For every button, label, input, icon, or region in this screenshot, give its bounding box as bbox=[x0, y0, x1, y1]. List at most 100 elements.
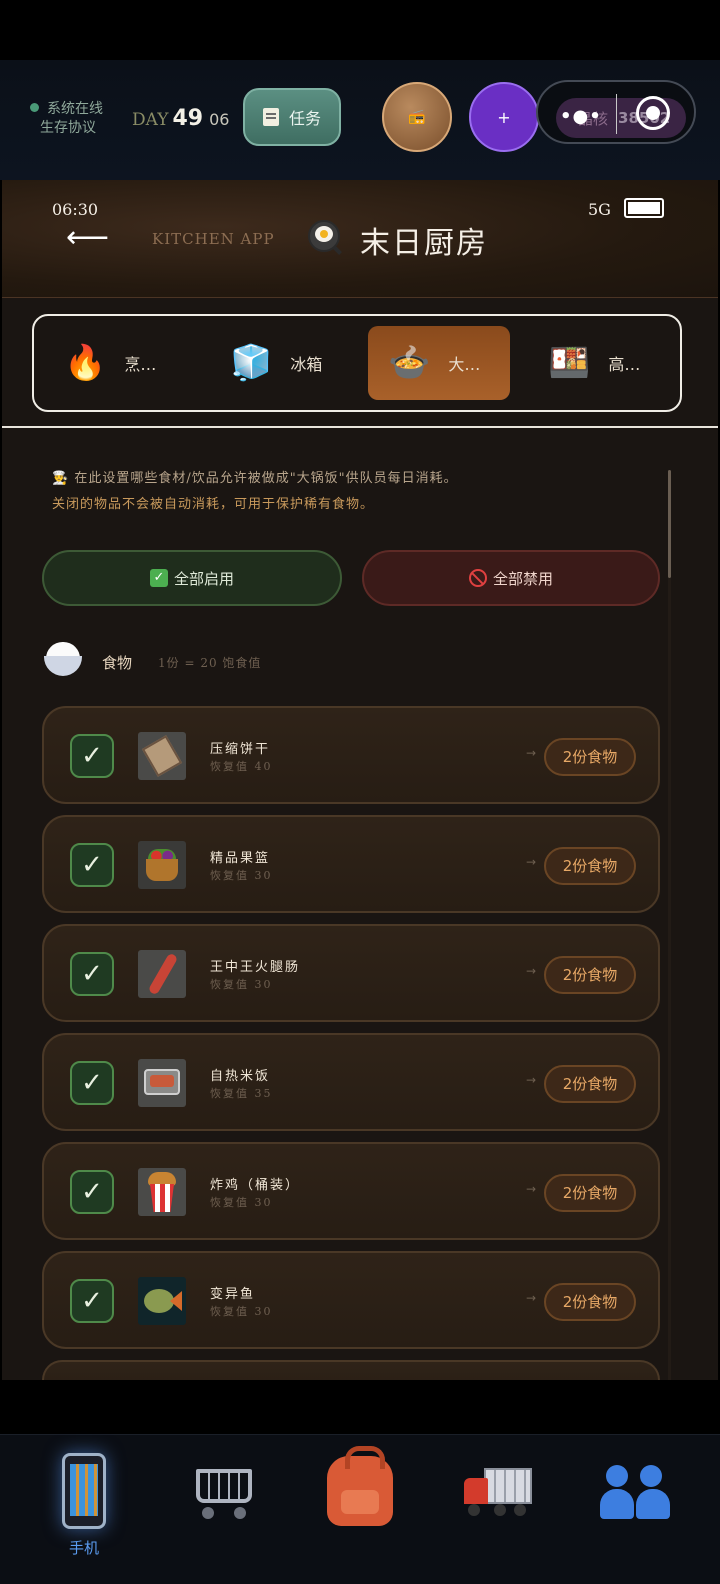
tab-divider bbox=[2, 426, 718, 428]
scrollbar-thumb[interactable] bbox=[668, 470, 671, 578]
plus-button[interactable]: + bbox=[469, 82, 539, 152]
day-sub: 06 bbox=[209, 110, 230, 129]
output-badge: 2份食物 bbox=[544, 1283, 636, 1321]
clock: 06:30 bbox=[52, 200, 99, 219]
fruit-basket-icon bbox=[138, 841, 186, 889]
item-restore: 恢复值 40 bbox=[210, 760, 273, 773]
backpack-icon bbox=[327, 1446, 393, 1526]
arrow-right-icon: → bbox=[526, 964, 537, 978]
section-note: 1份 = 20 饱食值 bbox=[158, 656, 262, 670]
item-name: 王中王火腿肠 bbox=[210, 960, 301, 975]
item-name: 自热米饭 bbox=[210, 1069, 271, 1084]
day-number: 49 bbox=[172, 106, 204, 131]
arrow-right-icon: → bbox=[526, 1182, 537, 1196]
scrollbar-track bbox=[668, 578, 671, 1380]
output-badge: 2份食物 bbox=[544, 1065, 636, 1103]
enable-all-label: 全部启用 bbox=[173, 569, 234, 588]
item-name: 炸鸡（桶装） bbox=[210, 1178, 301, 1193]
top-status-bar: 系统在线 生存协议 DAY 49 06 任务 📻 + 晶核 38502 •●• bbox=[0, 60, 720, 180]
radio-button[interactable]: 📻 bbox=[382, 82, 452, 152]
tab-label: 大… bbox=[448, 355, 481, 374]
item-name: 变异鱼 bbox=[210, 1287, 256, 1302]
description: 👨‍🍳 在此设置哪些食材/饮品允许被做成"大锅饭"供队员每日消耗。 关闭的物品不… bbox=[52, 466, 458, 518]
sausage-icon bbox=[138, 950, 186, 998]
tab-cooking[interactable]: 🔥 烹… bbox=[64, 326, 156, 400]
item-checkbox[interactable]: ✓ bbox=[70, 952, 114, 996]
enable-all-button[interactable]: ✓ 全部启用 bbox=[42, 550, 342, 606]
arrow-right-icon: → bbox=[526, 1291, 537, 1305]
task-button-label: 任务 bbox=[288, 109, 321, 128]
output-badge: 2份食物 bbox=[544, 847, 636, 885]
item-restore: 恢复值 30 bbox=[210, 869, 273, 882]
pot-icon: 🍲 bbox=[388, 343, 431, 383]
item-checkbox[interactable]: ✓ bbox=[70, 1170, 114, 1214]
mutant-fish-icon bbox=[138, 1277, 186, 1325]
phone-icon bbox=[62, 1453, 106, 1529]
cart-icon bbox=[188, 1463, 256, 1519]
day-label: DAY bbox=[132, 110, 169, 130]
truck-icon bbox=[462, 1464, 534, 1518]
item-name: 精品果篮 bbox=[210, 851, 271, 866]
dock-shop[interactable] bbox=[172, 1449, 272, 1559]
item-checkbox[interactable]: ✓ bbox=[70, 1061, 114, 1105]
list-item: ✓ 压缩饼干 恢复值 40 → 2份食物 bbox=[42, 706, 660, 804]
fried-chicken-icon bbox=[138, 1168, 186, 1216]
network-indicator: 5G bbox=[588, 200, 611, 219]
dock-truck[interactable] bbox=[448, 1449, 548, 1559]
rice-bowl-icon bbox=[42, 640, 84, 678]
bento-icon: 🍱 bbox=[548, 343, 591, 383]
disable-all-button[interactable]: 全部禁用 bbox=[362, 550, 660, 606]
dock-backpack[interactable] bbox=[310, 1446, 410, 1559]
ice-cube-icon: 🧊 bbox=[230, 343, 273, 383]
dock-phone[interactable]: 手机 bbox=[34, 1449, 134, 1559]
plus-icon: + bbox=[497, 107, 511, 127]
item-checkbox[interactable]: ✓ bbox=[70, 1279, 114, 1323]
radio-icon: 📻 bbox=[408, 109, 426, 125]
list-item-partial bbox=[42, 1360, 660, 1380]
section-title: 食物 bbox=[102, 654, 133, 672]
check-mark-icon: ✓ bbox=[149, 569, 168, 587]
task-button[interactable]: 任务 bbox=[243, 88, 341, 146]
app-header: 06:30 5G ⟵ KITCHEN APP 末日厨房 bbox=[2, 180, 718, 298]
output-badge: 2份食物 bbox=[544, 1174, 636, 1212]
system-status: 系统在线 生存协议 bbox=[30, 100, 103, 138]
food-list: ✓ 压缩饼干 恢复值 40 → 2份食物 ✓ 精品果篮 恢复值 30 → 2份食… bbox=[42, 706, 660, 1380]
app-caption: KITCHEN APP bbox=[152, 230, 275, 248]
item-name: 压缩饼干 bbox=[210, 742, 271, 757]
arrow-right-icon: → bbox=[526, 1073, 537, 1087]
output-badge: 2份食物 bbox=[544, 956, 636, 994]
item-restore: 恢复值 30 bbox=[210, 1196, 273, 1209]
battery-icon bbox=[624, 198, 664, 218]
item-restore: 恢复值 35 bbox=[210, 1087, 273, 1100]
more-dots-icon[interactable]: •●• bbox=[560, 106, 602, 127]
back-arrow-icon[interactable]: ⟵ bbox=[66, 220, 109, 255]
output-badge: 2份食物 bbox=[544, 738, 636, 776]
tab-label: 高… bbox=[608, 355, 641, 374]
page-title: 末日厨房 bbox=[360, 226, 488, 261]
tab-fridge[interactable]: 🧊 冰箱 bbox=[230, 326, 322, 400]
item-restore: 恢复值 30 bbox=[210, 978, 273, 991]
biscuit-icon bbox=[138, 732, 186, 780]
tab-label: 烹… bbox=[124, 355, 157, 374]
disable-all-label: 全部禁用 bbox=[492, 569, 553, 588]
fire-icon: 🔥 bbox=[64, 343, 107, 383]
frying-pan-icon bbox=[308, 220, 342, 255]
online-dot-icon bbox=[30, 103, 39, 112]
people-icon bbox=[600, 1463, 672, 1519]
phone-screen: 06:30 5G ⟵ KITCHEN APP 末日厨房 🔥 烹… 🧊 冰箱 🍲 … bbox=[2, 180, 718, 1380]
tab-big-pot[interactable]: 🍲 大… bbox=[368, 326, 510, 400]
dock-label: 手机 bbox=[68, 1539, 99, 1557]
system-status-text: 系统在线 bbox=[47, 101, 103, 117]
item-checkbox[interactable]: ✓ bbox=[70, 734, 114, 778]
item-restore: 恢复值 30 bbox=[210, 1305, 273, 1318]
capsule-divider bbox=[616, 94, 617, 134]
dock-team[interactable] bbox=[586, 1449, 686, 1559]
protocol-text: 生存协议 bbox=[40, 120, 96, 136]
close-target-icon[interactable] bbox=[636, 96, 670, 130]
list-item: ✓ 王中王火腿肠 恢复值 30 → 2份食物 bbox=[42, 924, 660, 1022]
description-line-1: 👨‍🍳 在此设置哪些食材/饮品允许被做成"大锅饭"供队员每日消耗。 bbox=[52, 471, 458, 486]
tab-label: 冰箱 bbox=[290, 355, 323, 374]
tab-premium[interactable]: 🍱 高… bbox=[548, 326, 640, 400]
item-checkbox[interactable]: ✓ bbox=[70, 843, 114, 887]
self-heating-rice-icon bbox=[138, 1059, 186, 1107]
